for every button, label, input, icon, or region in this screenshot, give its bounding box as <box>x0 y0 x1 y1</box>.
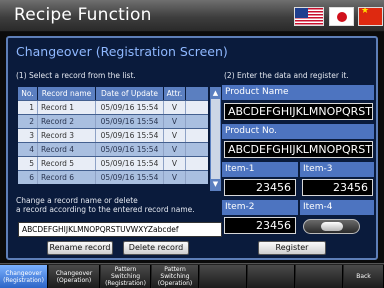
column-header-date: Date of Update <box>96 87 164 100</box>
scroll-down-icon[interactable]: ▼ <box>211 179 220 190</box>
table-row[interactable]: 5 Record 5 05/09/16 15:54 V <box>18 156 208 170</box>
row-attr: V <box>164 171 186 184</box>
item3-label: Item-3 <box>300 162 374 177</box>
item2-field[interactable]: 23456 <box>224 217 296 234</box>
tab-empty-3[interactable] <box>296 265 343 288</box>
tab-changeover-registration[interactable]: Changeover (Registration) <box>0 265 48 288</box>
tab-label: Pattern <box>114 266 137 273</box>
row-date: 05/09/16 15:54 <box>96 171 164 184</box>
item4-toggle-switch[interactable] <box>303 219 360 234</box>
row-no: 6 <box>18 171 38 184</box>
row-attr: V <box>164 143 186 156</box>
row-record-name: Record 6 <box>38 171 96 184</box>
row-no: 5 <box>18 157 38 170</box>
row-attr: V <box>164 129 186 142</box>
row-record-name: Record 2 <box>38 115 96 128</box>
tab-label: (Operation) <box>56 276 92 284</box>
row-no: 4 <box>18 143 38 156</box>
tab-label: (Operation) <box>157 280 193 287</box>
tab-label: Back <box>356 273 371 280</box>
table-row[interactable]: 1 Record 1 05/09/16 15:54 V <box>18 100 208 114</box>
product-name-label: Product Name <box>222 85 374 100</box>
scroll-up-icon[interactable]: ▲ <box>211 88 220 99</box>
tab-empty-2[interactable] <box>248 265 295 288</box>
change-note-line2: a record according to the entered record… <box>16 205 195 214</box>
tab-label: Switching <box>160 273 190 280</box>
tab-label: (Registration) <box>3 276 44 284</box>
row-date: 05/09/16 15:54 <box>96 157 164 170</box>
row-record-name: Record 1 <box>38 101 96 114</box>
row-attr: V <box>164 115 186 128</box>
row-date: 05/09/16 15:54 <box>96 101 164 114</box>
record-table: No. Record name Date of Update Attr. 1 R… <box>18 87 208 184</box>
row-date: 05/09/16 15:54 <box>96 115 164 128</box>
row-record-name: Record 4 <box>38 143 96 156</box>
tab-empty-1[interactable] <box>200 265 247 288</box>
english-us-flag-icon[interactable] <box>294 7 324 26</box>
item3-field[interactable]: 23456 <box>302 179 373 196</box>
table-row[interactable]: 3 Record 3 05/09/16 15:54 V <box>18 128 208 142</box>
table-scrollbar[interactable]: ▲ ▼ <box>210 87 221 191</box>
column-header-record-name: Record name <box>38 87 96 100</box>
change-note-line1: Change a record name or delete <box>16 196 138 205</box>
rename-record-button[interactable]: Rename record <box>47 241 113 255</box>
row-no: 3 <box>18 129 38 142</box>
tab-label: Changeover <box>5 269 42 277</box>
product-no-label: Product No. <box>222 124 374 139</box>
table-row[interactable]: 6 Record 6 05/09/16 15:54 V <box>18 170 208 184</box>
record-name-input[interactable]: ABCDEFGHIJKLMNOPQRSTUVWXYZabcdef <box>18 222 222 237</box>
row-record-name: Record 3 <box>38 129 96 142</box>
item1-label: Item-1 <box>222 162 298 177</box>
register-button[interactable]: Register <box>258 241 326 255</box>
item1-field[interactable]: 23456 <box>224 179 296 196</box>
step1-instruction: (1) Select a record from the list. <box>16 71 136 80</box>
row-no: 2 <box>18 115 38 128</box>
page-title: Recipe Function <box>14 5 152 25</box>
back-button[interactable]: Back <box>344 265 384 288</box>
item4-label: Item-4 <box>300 200 374 215</box>
column-header-attr: Attr. <box>164 87 186 100</box>
step2-instruction: (2) Enter the data and register it. <box>224 71 349 80</box>
table-row[interactable]: 4 Record 4 05/09/16 15:54 V <box>18 142 208 156</box>
japanese-flag-icon[interactable] <box>329 7 354 26</box>
tab-label: Changeover <box>55 269 93 277</box>
column-header-no: No. <box>18 87 38 100</box>
chinese-flag-icon[interactable]: ★ <box>358 7 383 26</box>
bottom-tab-bar: Changeover (Registration) Changeover (Oper… <box>0 263 384 288</box>
row-record-name: Record 5 <box>38 157 96 170</box>
row-date: 05/09/16 15:54 <box>96 129 164 142</box>
row-date: 05/09/16 15:54 <box>96 143 164 156</box>
table-row[interactable]: 2 Record 2 05/09/16 15:54 V <box>18 114 208 128</box>
tab-pattern-switching-operation[interactable]: Pattern Switching (Operation) <box>152 265 199 288</box>
tab-label: Pattern <box>164 266 186 273</box>
delete-record-button[interactable]: Delete record <box>123 241 189 255</box>
table-header: No. Record name Date of Update Attr. <box>18 87 208 100</box>
tab-pattern-switching-registration[interactable]: Pattern Switching (Registration) <box>101 265 151 288</box>
row-attr: V <box>164 101 186 114</box>
title-bar: Recipe Function ★ <box>0 0 384 32</box>
product-no-field[interactable]: ABCDEFGHIJKLMNOPQRST <box>224 141 373 158</box>
panel-heading: Changeover (Registration Screen) <box>16 44 228 59</box>
tab-label: Switching <box>110 273 141 280</box>
tab-changeover-operation[interactable]: Changeover (Operation) <box>49 265 100 288</box>
product-name-field[interactable]: ABCDEFGHIJKLMNOPQRST <box>224 103 373 120</box>
tab-label: (Registration) <box>105 280 146 287</box>
row-attr: V <box>164 157 186 170</box>
row-no: 1 <box>18 101 38 114</box>
item2-label: Item-2 <box>222 200 298 215</box>
